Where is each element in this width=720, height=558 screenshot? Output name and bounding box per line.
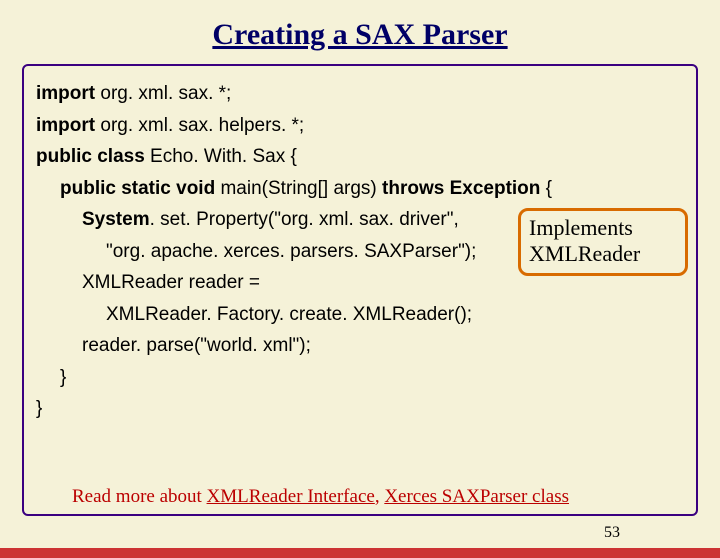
code-text: . set. Property("org. xml. sax. driver",	[150, 209, 459, 230]
footer-note: Read more about XMLReader Interface, Xer…	[72, 486, 662, 508]
code-text: org. xml. sax. helpers. *;	[95, 115, 304, 136]
code-line: public class Echo. With. Sax {	[36, 143, 684, 171]
page-number: 53	[604, 524, 620, 542]
code-line: }	[36, 364, 684, 392]
callout-line: Implements	[529, 215, 677, 241]
code-line: public static void main(String[] args) t…	[36, 175, 684, 203]
code-text: XMLReader reader =	[82, 272, 260, 293]
code-text: org. xml. sax. *;	[95, 83, 231, 104]
code-line: reader. parse("world. xml");	[36, 332, 684, 360]
code-text: main(String[] args)	[215, 178, 382, 199]
keyword: System	[82, 209, 150, 230]
code-line: import org. xml. sax. *;	[36, 80, 684, 108]
keyword: public class	[36, 146, 145, 167]
footer-text: Read more about XMLReader Interface, Xer…	[72, 486, 569, 508]
callout-line: XMLReader	[529, 241, 677, 267]
code-container: import org. xml. sax. *; import org. xml…	[22, 64, 698, 516]
code-text: Echo. With. Sax {	[145, 146, 297, 167]
keyword: throws Exception	[382, 178, 540, 199]
code-text: "org. apache. xerces. parsers. SAXParser…	[106, 241, 476, 262]
code-text: reader. parse("world. xml");	[82, 335, 311, 356]
footer-prefix: Read more about	[72, 486, 207, 507]
code-line: }	[36, 395, 684, 423]
footer-link-xmlreader[interactable]: XMLReader Interface	[207, 486, 375, 507]
footer-link-xerces[interactable]: Xerces SAXParser class	[384, 486, 569, 507]
slide-title: Creating a SAX Parser	[0, 18, 720, 52]
callout-box: Implements XMLReader	[518, 208, 688, 276]
keyword: import	[36, 83, 95, 104]
code-text: }	[60, 367, 66, 388]
code-text: {	[540, 178, 552, 199]
keyword: import	[36, 115, 95, 136]
code-text: }	[36, 398, 42, 419]
code-line: XMLReader. Factory. create. XMLReader();	[36, 301, 684, 329]
bottom-border	[0, 548, 720, 558]
code-line: import org. xml. sax. helpers. *;	[36, 112, 684, 140]
code-text: XMLReader. Factory. create. XMLReader();	[106, 304, 472, 325]
footer-sep: ,	[375, 486, 385, 507]
keyword: public static void	[60, 178, 215, 199]
